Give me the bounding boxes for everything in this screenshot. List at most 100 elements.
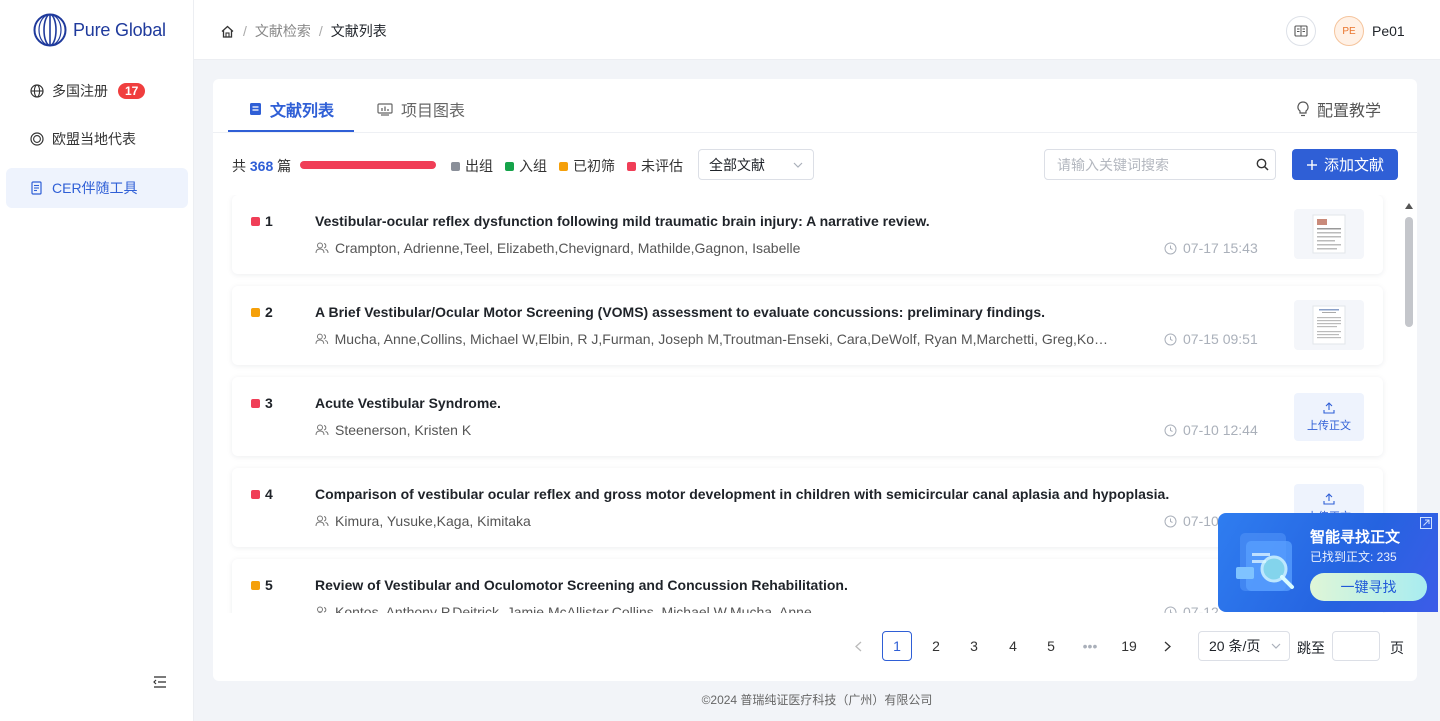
tab-project-chart[interactable]: 项目图表	[377, 97, 465, 121]
home-icon[interactable]	[220, 24, 235, 39]
one-click-find-button[interactable]: 一键寻找	[1310, 573, 1427, 601]
book-icon	[1294, 25, 1308, 37]
breadcrumb-item[interactable]: 文献检索	[255, 21, 311, 41]
document-icon	[30, 181, 44, 195]
globe-icon	[30, 84, 44, 98]
list-item[interactable]: 5 Review of Vestibular and Oculomotor Sc…	[232, 559, 1383, 613]
users-icon	[315, 424, 329, 436]
search-input[interactable]	[1045, 156, 1250, 173]
tab-bar: 文献列表 项目图表 配置教学	[213, 79, 1417, 133]
pdf-thumbnail[interactable]	[1294, 209, 1364, 259]
sidebar-item-cer-tool[interactable]: CER伴随工具	[6, 168, 188, 208]
target-icon	[30, 132, 44, 146]
page-ellipsis[interactable]: •••	[1075, 631, 1105, 661]
sidebar: Pure Global 多国注册 17 欧盟当地代表 CER伴随工具	[0, 0, 194, 721]
legend-unevaluated: 未评估	[627, 156, 683, 176]
page-size-select[interactable]: 20 条/页	[1198, 631, 1290, 661]
legend-swatch	[559, 161, 568, 171]
plus-icon	[1306, 159, 1317, 170]
chevron-down-icon	[793, 162, 803, 168]
article-time: 07-15 09:51	[1164, 331, 1258, 347]
page-button[interactable]: 19	[1114, 631, 1144, 661]
jump-page-input[interactable]	[1332, 631, 1380, 661]
next-page-button[interactable]	[1152, 631, 1182, 661]
row-index: 2	[251, 304, 273, 320]
chart-icon	[377, 102, 393, 116]
sidebar-item-multi-country[interactable]: 多国注册 17	[6, 71, 188, 111]
authors-text: Mucha, Anne,Collins, Michael W,Elbin, R …	[334, 331, 1115, 347]
article-title[interactable]: Comparison of vestibular ocular reflex a…	[315, 486, 1169, 502]
article-title[interactable]: Review of Vestibular and Oculomotor Scre…	[315, 577, 848, 593]
upload-icon	[1323, 401, 1335, 414]
row-index: 4	[251, 486, 273, 502]
page-button[interactable]: 3	[959, 631, 989, 661]
article-title[interactable]: Acute Vestibular Syndrome.	[315, 395, 501, 411]
page-button[interactable]: 4	[998, 631, 1028, 661]
time-text: 07-15 09:51	[1183, 331, 1258, 347]
list-item[interactable]: 4 Comparison of vestibular ocular reflex…	[232, 468, 1383, 547]
breadcrumb-current: 文献列表	[330, 23, 387, 39]
sidebar-item-eu-rep[interactable]: 欧盟当地代表	[6, 119, 188, 159]
scroll-up-arrow-icon[interactable]	[1405, 203, 1413, 209]
article-authors: Kontos, Anthony P,Deitrick, Jamie McAlli…	[315, 604, 1115, 613]
article-title[interactable]: A Brief Vestibular/Ocular Motor Screenin…	[315, 304, 1045, 320]
expand-icon[interactable]	[1420, 517, 1432, 529]
user-name[interactable]: Pe01	[1372, 23, 1405, 39]
document-preview-icon	[1312, 214, 1346, 254]
status-indicator	[251, 580, 260, 590]
time-text: 07-10 12:44	[1183, 422, 1258, 438]
search-icon[interactable]	[1250, 150, 1275, 180]
prev-page-button[interactable]	[843, 631, 873, 661]
widget-subtitle: 已找到正文: 235	[1310, 550, 1397, 564]
add-label: 添加文献	[1323, 157, 1384, 174]
collapse-sidebar-icon[interactable]	[152, 675, 168, 689]
add-literature-button[interactable]: 添加文献	[1292, 149, 1398, 180]
total-number: 368	[249, 158, 274, 174]
authors-text: Crampton, Adrienne,Teel, Elizabeth,Chevi…	[335, 240, 801, 256]
clock-icon	[1164, 242, 1177, 254]
legend-screened: 已初筛	[559, 156, 615, 176]
index-number: 3	[265, 395, 273, 411]
list-item[interactable]: 3 Acute Vestibular Syndrome. Steenerson,…	[232, 377, 1383, 456]
jump-label: 跳至	[1297, 640, 1325, 656]
status-indicator	[251, 307, 260, 317]
config-tutorial-link[interactable]: 配置教学	[1297, 97, 1381, 121]
upload-icon	[1323, 492, 1335, 505]
list-item[interactable]: 1 Vestibular-ocular reflex dysfunction f…	[232, 195, 1383, 274]
legend-swatch	[505, 161, 514, 171]
article-time: 07-10 12:44	[1164, 422, 1258, 438]
manual-button[interactable]	[1286, 16, 1316, 46]
filter-value: 全部文献	[709, 156, 765, 173]
upload-fulltext-button[interactable]: 上传正文	[1294, 393, 1364, 441]
index-number: 5	[265, 577, 273, 593]
page-button[interactable]: 1	[882, 631, 912, 661]
legend-label: 未评估	[641, 158, 683, 174]
page-unit-label: 页	[1390, 640, 1404, 656]
index-number: 2	[265, 304, 273, 320]
index-number: 4	[265, 486, 273, 502]
article-title[interactable]: Vestibular-ocular reflex dysfunction fol…	[315, 213, 930, 229]
chevron-left-icon	[854, 641, 861, 651]
document-search-illustration-icon	[1236, 533, 1294, 591]
page-button[interactable]: 5	[1036, 631, 1066, 661]
sidebar-item-label: 欧盟当地代表	[52, 131, 136, 147]
logo[interactable]: Pure Global	[33, 13, 166, 47]
list-item[interactable]: 2 A Brief Vestibular/Ocular Motor Screen…	[232, 286, 1383, 365]
pdf-thumbnail[interactable]	[1294, 300, 1364, 350]
total-suffix: 篇	[277, 158, 292, 174]
breadcrumb: / 文献检索 / 文献列表	[220, 21, 387, 41]
row-index: 1	[251, 213, 273, 229]
page-button[interactable]: 2	[921, 631, 951, 661]
brand-name: Pure Global	[73, 19, 166, 40]
scroll-thumb[interactable]	[1405, 217, 1413, 327]
legend-swatch	[627, 161, 636, 171]
avatar[interactable]: PE	[1334, 16, 1364, 46]
tab-literature-list[interactable]: 文献列表	[249, 97, 334, 121]
authors-text: Kontos, Anthony P,Deitrick, Jamie McAlli…	[335, 604, 812, 613]
clock-icon	[1164, 606, 1177, 613]
status-progress-bar	[300, 161, 436, 169]
literature-filter-select[interactable]: 全部文献	[698, 149, 814, 180]
upload-label: 上传正文	[1307, 419, 1351, 432]
config-label: 配置教学	[1316, 103, 1381, 120]
time-text: 07-17 15:43	[1183, 240, 1258, 256]
